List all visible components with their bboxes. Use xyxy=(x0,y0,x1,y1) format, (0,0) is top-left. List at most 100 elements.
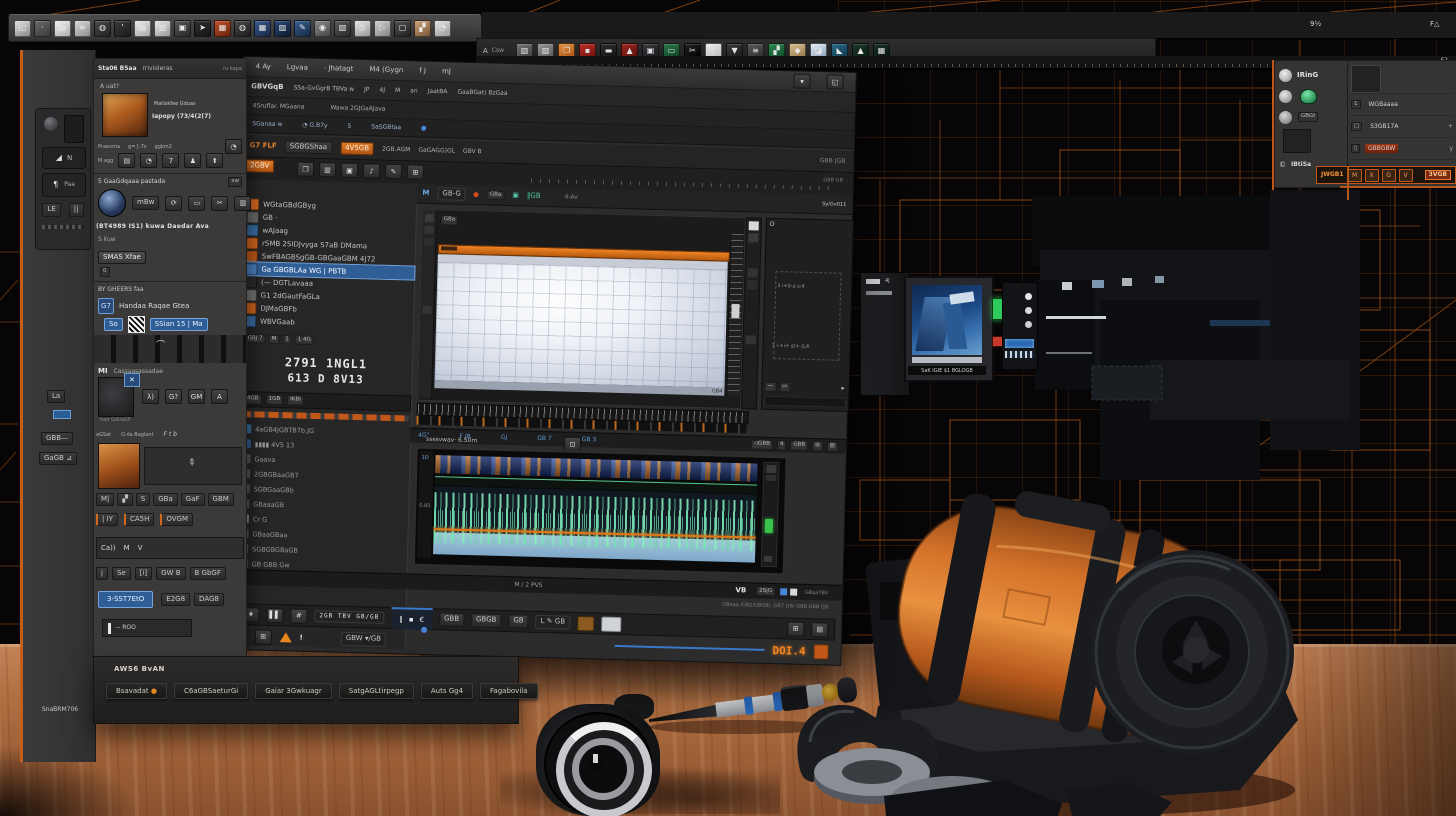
fp-r2-icon-1[interactable]: ▤ xyxy=(118,153,135,168)
transport-grid-icon[interactable]: # xyxy=(290,608,307,623)
fp-filmstrip[interactable]: ⌒ xyxy=(94,335,246,363)
toolbar-icon[interactable]: ▥ xyxy=(154,20,171,37)
transport-btn-3[interactable]: GB xyxy=(508,615,529,629)
toolbar-icon[interactable]: · xyxy=(34,20,51,37)
ruler-button[interactable]: GBB xyxy=(790,441,808,451)
toolbar-icon[interactable]: ≡ xyxy=(74,20,91,37)
layout-icon-2[interactable]: ▤ xyxy=(811,622,828,637)
rack-knob-3[interactable] xyxy=(1025,321,1032,328)
layout-icon-1[interactable]: ⊞ xyxy=(787,621,804,636)
vp-tool-4[interactable] xyxy=(422,306,431,314)
strip-chip[interactable]: 1GB xyxy=(265,395,283,405)
vp-btn-3[interactable]: ‖GB xyxy=(527,192,541,201)
col-chip-4[interactable] xyxy=(747,280,757,289)
minibar-chip[interactable]: GBJ 7 xyxy=(244,334,265,344)
thumb-button[interactable]: G? xyxy=(165,389,182,404)
toolbar-icon[interactable]: ◍ xyxy=(94,20,111,37)
bottom-tab[interactable]: Bsavadat ● xyxy=(106,683,167,699)
fp-button[interactable]: GBM xyxy=(208,493,234,506)
transport-btn-2[interactable]: GBGB xyxy=(471,614,502,628)
rack-knob-1[interactable] xyxy=(1025,293,1032,300)
fp-button[interactable]: M xyxy=(124,544,130,552)
fp-roo-row[interactable]: -- ROO xyxy=(102,619,192,637)
qr-icon[interactable] xyxy=(128,316,145,333)
fp-button[interactable]: j xyxy=(96,567,108,580)
fp-button[interactable]: GaF xyxy=(181,493,205,506)
orange-chip-button[interactable]: M xyxy=(1348,169,1362,182)
waveform-area[interactable] xyxy=(433,486,757,562)
rp-top-button[interactable] xyxy=(1351,65,1381,93)
fp-blue-btn-1[interactable]: So xyxy=(104,318,123,331)
ruler-button[interactable]: ▤ xyxy=(827,442,838,452)
vp-tool-3[interactable] xyxy=(424,238,433,246)
dock-knob[interactable] xyxy=(44,117,58,131)
toolbar-icon[interactable]: ◍ xyxy=(234,20,251,37)
fp-button[interactable]: S xyxy=(136,493,150,506)
vp-btn-1[interactable]: GBa xyxy=(487,190,505,200)
orange-indicator[interactable] xyxy=(813,644,828,659)
col-chip-2[interactable] xyxy=(748,233,758,242)
play-icon[interactable]: ‖ xyxy=(399,615,403,623)
toolbar-icon[interactable]: ▤ xyxy=(134,20,151,37)
menu-item[interactable]: mJ xyxy=(442,68,451,77)
fp-blue-btn-2[interactable]: SSian 15 | Ma xyxy=(150,318,208,331)
thumb-button[interactable]: GM xyxy=(188,389,205,404)
bar4-item[interactable]: SaSGBtaa xyxy=(371,123,401,131)
stop-icon[interactable]: ▪ xyxy=(409,615,414,624)
side-chip-2[interactable]: ▭ xyxy=(779,382,790,392)
fp-zero-chip[interactable]: 0 xyxy=(100,267,110,277)
status-chip[interactable]: 2SjG xyxy=(756,586,775,596)
fp-button[interactable]: V xyxy=(138,544,143,552)
vp-btn-2[interactable]: ▣ xyxy=(512,191,519,200)
minibar-chip[interactable]: 1 xyxy=(282,335,292,345)
fp-g7-row[interactable]: G7 Handaa Raqae Gtea xyxy=(98,298,242,314)
fp-r1-icon[interactable]: ◔ xyxy=(225,139,242,154)
dock-blue-indicator[interactable] xyxy=(53,410,71,419)
thumb-button[interactable]: A xyxy=(211,389,228,404)
bar2-item[interactable]: an xyxy=(410,87,418,94)
toolbar-icon[interactable]: ▷ xyxy=(374,20,391,37)
eject-icon[interactable]: € xyxy=(419,616,424,625)
toolbar-icon[interactable]: ✎ xyxy=(294,20,311,37)
fp-r2-icon-3[interactable]: 7 xyxy=(162,153,179,168)
toolbar-icon[interactable]: ▤ xyxy=(54,20,71,37)
bar2-item[interactable]: SSa-GvGgrB TBVa w xyxy=(293,84,354,93)
bottom-tab[interactable]: Gaiar 3Gwkuagr xyxy=(255,683,332,699)
toolbar-icon[interactable]: ▣ xyxy=(174,20,191,37)
rp-list-row[interactable]: ▯ GBBGBW y xyxy=(1351,137,1453,159)
menu-item[interactable]: Lgvaa xyxy=(287,63,308,72)
menu-item[interactable]: f J xyxy=(419,67,426,76)
transport-rec-icon[interactable]: ▌▌ xyxy=(266,607,283,622)
rack-knob-2[interactable] xyxy=(1025,307,1032,314)
wave-slider[interactable] xyxy=(761,462,780,567)
dock-chip-3[interactable]: GaGB ⊿ xyxy=(39,452,77,465)
status-white-sq[interactable] xyxy=(790,589,797,596)
dock-chip-la[interactable]: La xyxy=(47,390,65,403)
toolbar-icon[interactable]: ◔ xyxy=(434,20,451,37)
bar2-item[interactable]: GaaBGat) BzGaa xyxy=(457,89,507,97)
menu-item[interactable]: 4 Ay xyxy=(256,63,271,72)
bar4-item[interactable]: ◔ G.B7y xyxy=(302,121,327,129)
minibar-chip[interactable]: M xyxy=(268,334,279,344)
toolbar-icon[interactable]: ▧ xyxy=(334,20,351,37)
fp-button[interactable]: M| xyxy=(96,493,114,506)
fp-button[interactable]: DAG8 xyxy=(194,593,224,606)
fp-x-chip[interactable]: ✕ xyxy=(124,373,140,387)
orange-chip-button[interactable]: X xyxy=(1365,169,1379,182)
toolbar-icon[interactable]: ◎ xyxy=(354,20,371,37)
vp-tool-1[interactable] xyxy=(425,214,434,222)
bottom-chip[interactable]: GBW ▾/GB xyxy=(341,632,387,646)
dock-chip-2[interactable]: GBB— xyxy=(41,432,73,445)
col-chip-5[interactable] xyxy=(746,335,756,344)
toolbar-icon[interactable]: ▨ xyxy=(274,20,291,37)
bottom-tab[interactable]: Auts Gg4 xyxy=(421,683,473,699)
toolbar-icon[interactable]: ▢ xyxy=(394,20,411,37)
fp-smas-chip[interactable]: SMAS Xfae xyxy=(98,251,146,264)
fp-button[interactable]: B GbGF xyxy=(190,567,226,580)
menu-item[interactable]: M4 (Gygn xyxy=(369,66,403,75)
fp-button[interactable]: GW B xyxy=(156,567,185,580)
tools-icon[interactable]: ✎ xyxy=(385,164,402,179)
strip-chip[interactable]: IKBI xyxy=(287,395,304,405)
vp-m-glyph[interactable]: M xyxy=(422,189,429,198)
slider-green-thumb[interactable] xyxy=(765,519,773,533)
